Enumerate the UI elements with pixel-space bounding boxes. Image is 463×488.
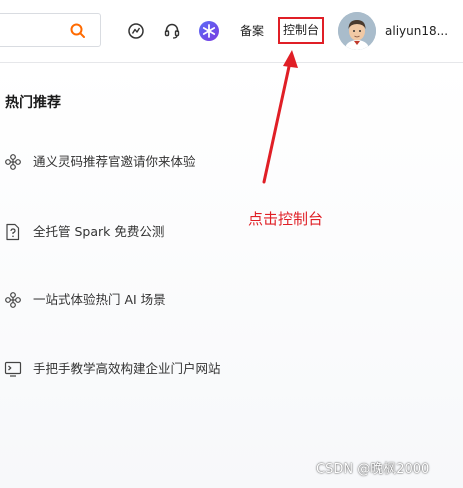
ai-assistant-icon[interactable] [126,21,146,41]
recommend-item-label: 手把手教学高效构建企业门户网站 [33,361,221,376]
avatar[interactable] [338,12,376,50]
recommend-item[interactable]: 一站式体验热门 AI 场景 [4,290,304,310]
search-input[interactable] [0,13,101,47]
recommend-item-label: 全托管 Spark 免费公测 [33,224,165,239]
document-question-icon [4,223,22,241]
monitor-terminal-icon [4,360,22,378]
recommend-item[interactable]: 手把手教学高效构建企业门户网站 [4,359,304,379]
network-nodes-icon [4,291,22,309]
network-nodes-icon [4,153,22,171]
top-header: 备案 控制台 aliyun18... [0,0,463,63]
watermark: CSDN @晚枫2000 [316,462,430,477]
recommend-item-label: 通义灵码推荐官邀请你来体验 [33,154,196,169]
recommend-item[interactable]: 通义灵码推荐官邀请你来体验 [4,152,304,172]
filing-link[interactable]: 备案 [240,24,264,38]
recommend-panel [0,63,463,488]
recommend-item-label: 一站式体验热门 AI 场景 [33,292,166,307]
username[interactable]: aliyun18... [385,24,448,38]
support-headset-icon[interactable] [162,21,182,41]
search-icon[interactable] [69,22,87,40]
qwen-icon[interactable] [198,20,220,42]
console-link[interactable]: 控制台 [278,17,324,44]
annotation-label: 点击控制台 [248,210,324,228]
section-title: 热门推荐 [5,95,61,111]
